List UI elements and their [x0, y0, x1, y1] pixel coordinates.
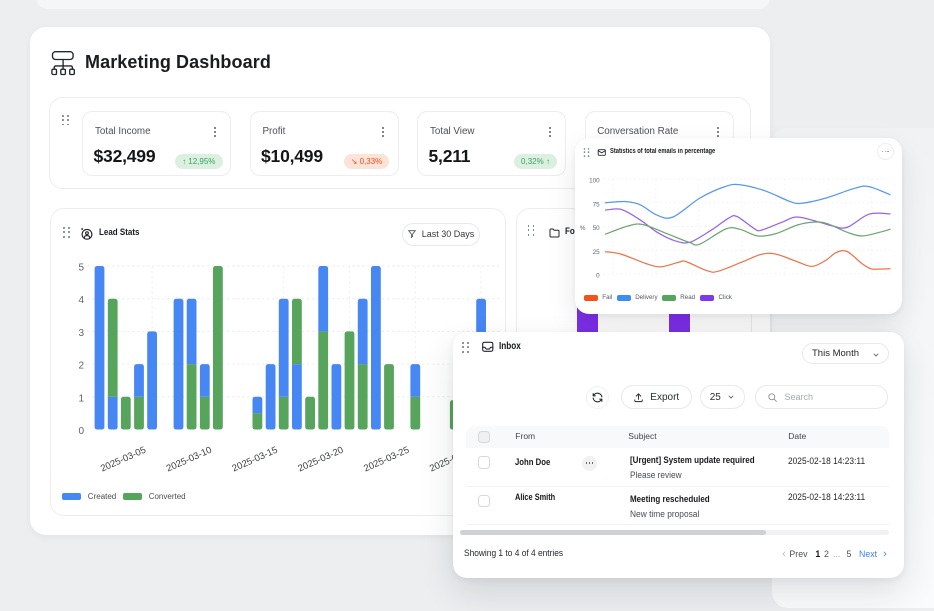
svg-text:4: 4 — [78, 295, 84, 306]
svg-text:2025-03-05: 2025-03-05 — [98, 445, 147, 475]
svg-text:3: 3 — [78, 328, 84, 339]
svg-text:%: % — [580, 225, 586, 232]
svg-text:100: 100 — [589, 178, 600, 185]
svg-text:5: 5 — [78, 263, 84, 274]
svg-text:2025-03-15: 2025-03-15 — [230, 445, 279, 475]
svg-text:2: 2 — [78, 361, 84, 372]
svg-text:2025-03-25: 2025-03-25 — [362, 445, 411, 475]
svg-text:2025-03-20: 2025-03-20 — [296, 445, 345, 475]
svg-text:2025-03-10: 2025-03-10 — [164, 445, 213, 475]
svg-text:50: 50 — [593, 225, 601, 232]
svg-text:75: 75 — [593, 201, 601, 208]
svg-text:1: 1 — [78, 393, 84, 404]
svg-text:0: 0 — [78, 426, 84, 437]
svg-text:0: 0 — [596, 273, 600, 280]
svg-text:25: 25 — [593, 249, 601, 256]
